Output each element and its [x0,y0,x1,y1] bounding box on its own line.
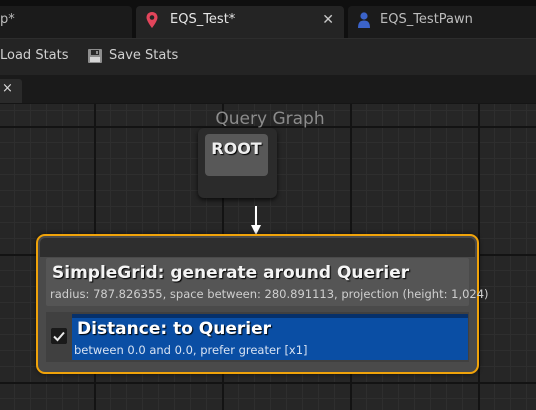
toolbar: Load Stats Save Stats [0,38,536,75]
root-label: ROOT [211,139,262,158]
location-pin-icon [146,12,158,28]
tab-previous[interactable]: p* [0,6,132,38]
distance-test-node[interactable]: Distance: to Querier between 0.0 and 0.0… [72,314,468,360]
test-description: between 0.0 and 0.0, prefer greater [x1] [74,343,308,357]
panel-tab-strip: × [0,75,536,103]
tab-label: EQS_TestPawn [380,12,473,27]
generator-input-pin[interactable] [40,238,475,257]
generator-title: SimpleGrid: generate around Querier [52,263,410,283]
close-icon[interactable]: × [2,81,13,96]
root-node-body: ROOT [205,134,268,176]
connection-arrow-icon [251,206,261,235]
save-stats-button[interactable]: Save Stats [109,48,178,63]
root-node[interactable]: ROOT [198,128,277,198]
generator-description: radius: 787.826355, space between: 280.8… [50,287,489,301]
tab-label: EQS_Test* [170,12,236,27]
tab-eqs-test[interactable]: EQS_Test* ✕ [136,6,344,38]
close-icon[interactable]: ✕ [322,6,334,34]
test-enabled-checkbox[interactable] [51,328,67,344]
pawn-icon [358,12,370,28]
generator-node-body: SimpleGrid: generate around Querier radi… [46,258,489,306]
tab-eqs-testpawn[interactable]: EQS_TestPawn [348,6,536,38]
tab-bar: p* EQS_Test* ✕ EQS_TestPawn [0,0,536,38]
test-title: Distance: to Querier [77,319,272,339]
panel-tab[interactable]: × [0,79,22,103]
tab-label: p* [0,12,15,27]
save-icon[interactable] [87,48,103,64]
query-graph-canvas[interactable]: Query Graph ROOT SimpleGrid: generate ar… [0,104,536,410]
graph-title: Query Graph [215,109,325,129]
test-row: Distance: to Querier between 0.0 and 0.0… [46,312,469,362]
load-stats-button[interactable]: Load Stats [0,48,69,63]
generator-node[interactable]: SimpleGrid: generate around Querier radi… [36,234,489,374]
